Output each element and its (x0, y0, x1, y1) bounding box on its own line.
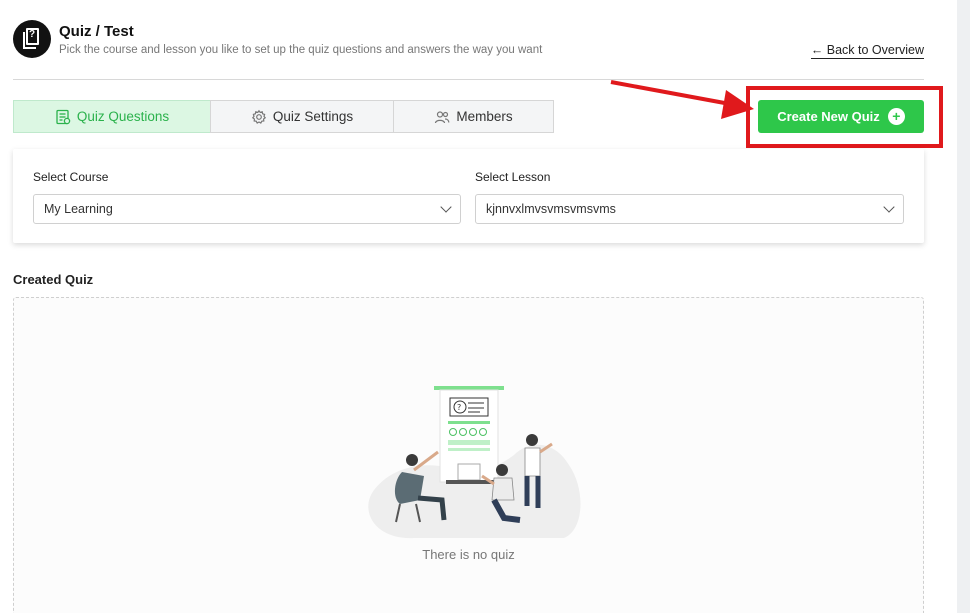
back-arrow-icon: ← (810, 43, 824, 57)
svg-text:?: ? (457, 403, 461, 412)
tab-quiz-questions[interactable]: Quiz Questions (13, 100, 211, 133)
annotation-arrow (610, 80, 754, 119)
chevron-down-icon (883, 201, 895, 213)
lesson-select[interactable]: kjnnvxlmvsvmsvmsvms (475, 194, 904, 224)
tab-members[interactable]: Members (393, 100, 554, 133)
quiz-logo-icon: ? (13, 20, 51, 58)
lesson-select-value: kjnnvxlmvsvmsvmsvms (486, 202, 616, 216)
chevron-down-icon (440, 201, 452, 213)
gear-icon (251, 109, 266, 124)
annotation-highlight-box (746, 86, 943, 148)
back-link-label: Back to Overview (826, 43, 924, 57)
page-title: Quiz / Test (59, 23, 134, 40)
back-to-overview-link[interactable]: ← Back to Overview (810, 43, 924, 59)
created-quiz-heading: Created Quiz (13, 272, 94, 287)
course-select-value: My Learning (44, 202, 113, 216)
tab-label: Members (456, 109, 513, 124)
quiz-tabs: Quiz Questions Quiz Settings Members (13, 100, 554, 133)
course-select[interactable]: My Learning (33, 194, 461, 224)
page-scrollbar[interactable] (957, 0, 970, 613)
header-divider (13, 79, 924, 80)
quiz-list-empty-state: ? There is no quiz (13, 297, 924, 613)
select-lesson-label: Select Lesson (475, 170, 551, 184)
page-subtitle: Pick the course and lesson you like to s… (59, 44, 543, 56)
empty-state-illustration: ? (368, 386, 581, 539)
page-header: ? Quiz / Test Pick the course and lesson… (13, 18, 924, 80)
select-course-label: Select Course (33, 170, 109, 184)
tab-quiz-settings[interactable]: Quiz Settings (210, 100, 394, 133)
quiz-list-icon (56, 109, 71, 124)
tab-label: Quiz Questions (76, 109, 170, 124)
tab-label: Quiz Settings (272, 109, 354, 124)
course-lesson-selector: Select Course My Learning Select Lesson … (13, 149, 924, 243)
empty-state-text: There is no quiz (422, 547, 515, 562)
users-icon (435, 110, 450, 123)
